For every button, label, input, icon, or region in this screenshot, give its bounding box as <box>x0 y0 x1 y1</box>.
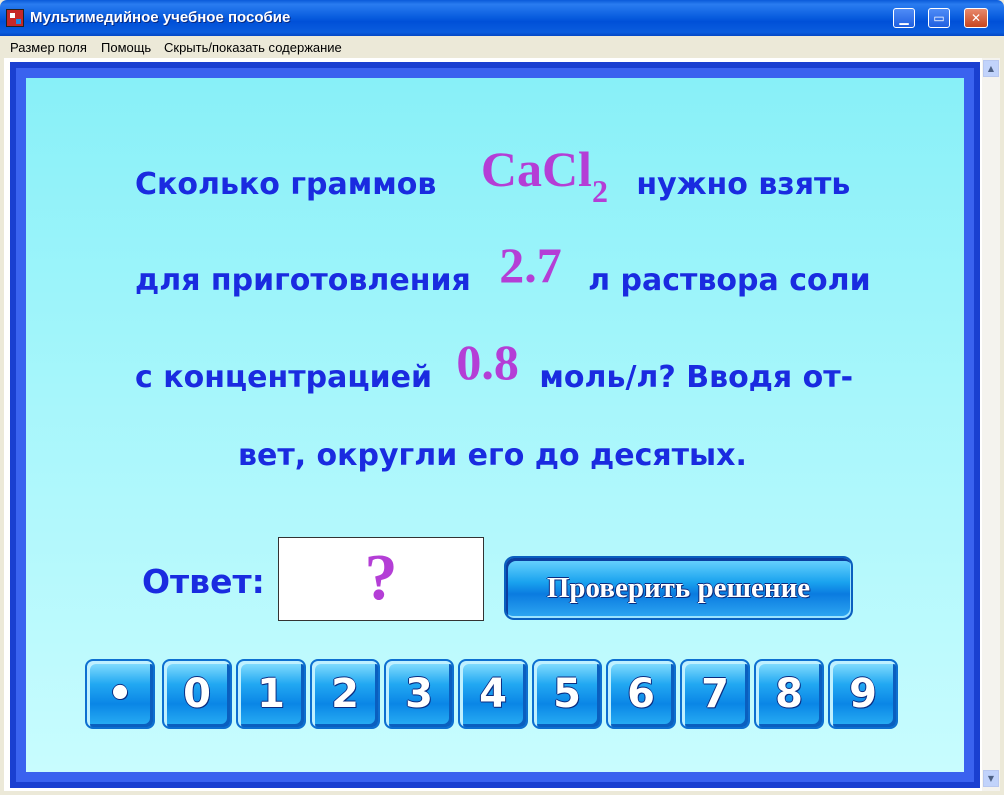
keypad-key-8[interactable]: 8 <box>754 659 824 729</box>
question-text: л раствора соли <box>588 263 871 298</box>
menu-item-field-size[interactable]: Размер поля <box>10 40 87 55</box>
maximize-button[interactable]: ▭ <box>928 8 950 28</box>
scroll-down-icon[interactable]: ▼ <box>983 770 999 787</box>
keypad-key-9[interactable]: 9 <box>828 659 898 729</box>
question-text: нужно взять <box>636 167 851 202</box>
window-title: Мультимедийное учебное пособие <box>30 9 291 26</box>
keypad-key-1[interactable]: 1 <box>236 659 306 729</box>
title-bar[interactable]: Мультимедийное учебное пособие ▁ ▭ ✕ <box>0 0 1004 36</box>
keypad-key-0[interactable]: 0 <box>162 659 232 729</box>
keypad-key-2[interactable]: 2 <box>310 659 380 729</box>
question-line-1: Сколько граммов CaCl2 нужно взять <box>135 140 850 210</box>
question-text: Сколько граммов <box>135 167 437 202</box>
formula-main: CaCl <box>480 141 592 197</box>
minimize-button[interactable]: ▁ <box>893 8 915 28</box>
app-window: Мультимедийное учебное пособие ▁ ▭ ✕ Раз… <box>0 0 1004 795</box>
keypad-key-4[interactable]: 4 <box>458 659 528 729</box>
app-icon[interactable] <box>6 9 24 27</box>
question-line-2: для приготовления 2.7 л раствора соли <box>135 236 871 306</box>
keypad-key-5[interactable]: 5 <box>532 659 602 729</box>
vertical-scrollbar[interactable]: ▲ ▼ <box>982 58 1000 791</box>
question-line-3: с концентрацией 0.8 моль/л? Вводя от- <box>135 333 853 403</box>
question-line-4: вет, округли его до десятых. <box>238 438 747 473</box>
check-solution-button[interactable]: Проверить решение <box>504 556 853 620</box>
volume-value: 2.7 <box>499 237 562 293</box>
menu-item-help[interactable]: Помощь <box>101 40 151 55</box>
answer-input[interactable]: ? <box>278 537 484 621</box>
close-button[interactable]: ✕ <box>964 8 988 28</box>
menu-bar: Размер поля Помощь Скрыть/показать содер… <box>0 36 1004 58</box>
formula-subscript: 2 <box>591 173 608 209</box>
keypad-key-6[interactable]: 6 <box>606 659 676 729</box>
concentration-value: 0.8 <box>456 334 519 390</box>
question-text: для приготовления <box>135 263 471 298</box>
answer-label: Ответ: <box>142 562 265 601</box>
question-text: с концентрацией <box>135 360 432 395</box>
keypad-key-3[interactable]: 3 <box>384 659 454 729</box>
keypad-key-7[interactable]: 7 <box>680 659 750 729</box>
menu-item-toggle-contents[interactable]: Скрыть/показать содержание <box>164 40 342 55</box>
question-text: моль/л? Вводя от- <box>539 360 854 395</box>
keypad-key-decimal-point[interactable]: • <box>85 659 155 729</box>
scroll-up-icon[interactable]: ▲ <box>983 60 999 77</box>
